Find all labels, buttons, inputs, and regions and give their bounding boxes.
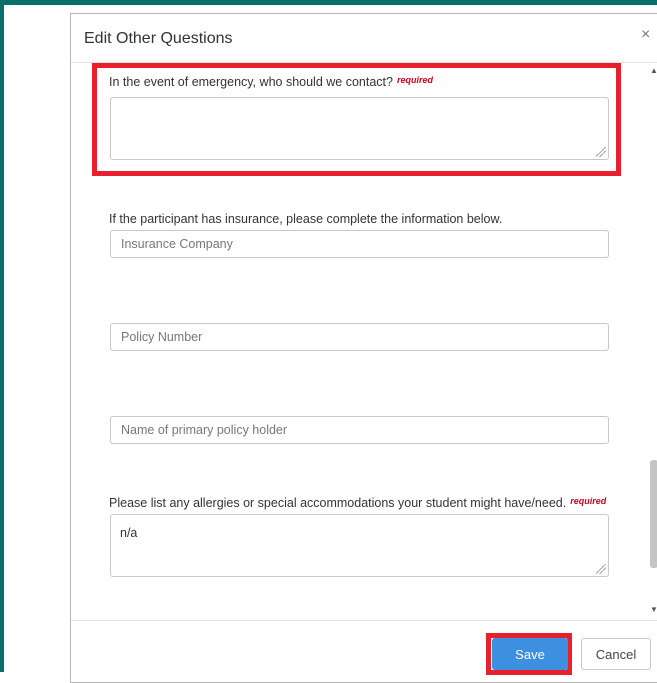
scroll-up-arrow-icon[interactable]: ▲ bbox=[650, 66, 657, 75]
policy-holder-placeholder: Name of primary policy holder bbox=[121, 423, 288, 437]
policy-holder-input[interactable]: Name of primary policy holder bbox=[110, 416, 609, 444]
insurance-company-input[interactable]: Insurance Company bbox=[110, 230, 609, 258]
modal-title: Edit Other Questions bbox=[84, 30, 233, 47]
close-icon[interactable]: × bbox=[641, 26, 650, 44]
allergies-textarea[interactable]: n/a bbox=[110, 514, 609, 577]
insurance-company-placeholder: Insurance Company bbox=[121, 237, 233, 251]
modal-body: In the event of emergency, who should we… bbox=[71, 63, 656, 619]
save-button[interactable]: Save bbox=[492, 638, 568, 670]
insurance-intro-text: If the participant has insurance, please… bbox=[109, 212, 503, 226]
allergies-value: n/a bbox=[120, 526, 138, 540]
required-badge: required bbox=[570, 496, 607, 506]
app-left-bar bbox=[0, 5, 4, 672]
allergies-label: Please list any allergies or special acc… bbox=[109, 496, 606, 510]
policy-number-placeholder: Policy Number bbox=[121, 330, 203, 344]
scroll-down-arrow-icon[interactable]: ▼ bbox=[650, 605, 657, 614]
cancel-button[interactable]: Cancel bbox=[581, 638, 651, 670]
scroll-thumb[interactable] bbox=[650, 460, 657, 568]
modal-header: Edit Other Questions × bbox=[71, 14, 657, 63]
policy-number-input[interactable]: Policy Number bbox=[110, 323, 609, 351]
modal-scrollbar[interactable]: ▲ ▼ bbox=[650, 63, 657, 619]
resize-grip-icon[interactable] bbox=[596, 564, 606, 574]
emergency-highlight-box bbox=[92, 63, 621, 176]
allergies-label-text: Please list any allergies or special acc… bbox=[109, 496, 567, 510]
edit-questions-modal: Edit Other Questions × In the event of e… bbox=[70, 13, 657, 683]
app-top-bar bbox=[0, 0, 657, 5]
